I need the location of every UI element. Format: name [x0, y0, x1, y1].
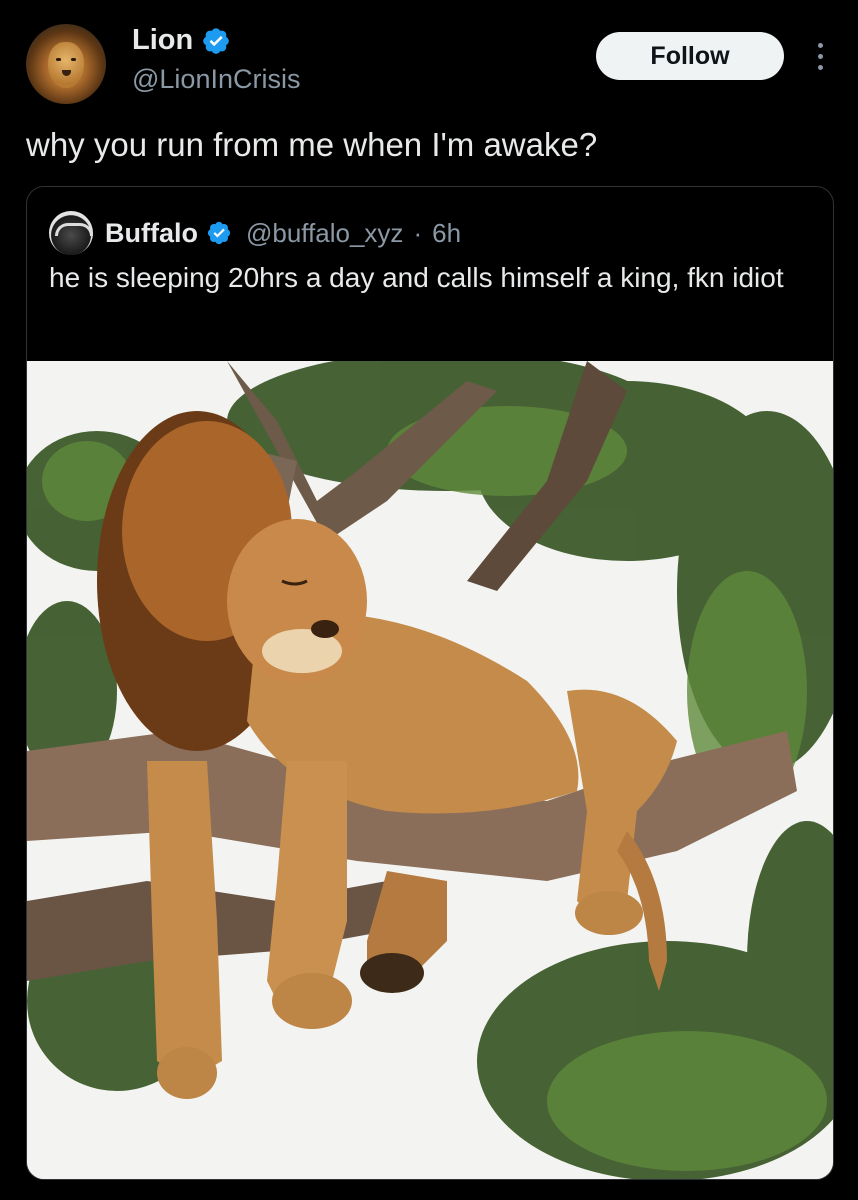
quoted-author-handle[interactable]: @buffalo_xyz [246, 218, 403, 249]
lion-face-shape [48, 42, 84, 88]
quoted-author-name[interactable]: Buffalo [105, 218, 198, 249]
tweet-header: Lion @LionInCrisis Follow [26, 22, 832, 112]
author-handle[interactable]: @LionInCrisis [132, 64, 300, 95]
avatar-eye [56, 58, 61, 61]
dot [817, 42, 823, 48]
more-vertical-icon[interactable] [808, 36, 832, 76]
quoted-tweet-header: Buffalo @buffalo_xyz · 6h [49, 211, 461, 255]
lion-sleeping-on-tree-branch-photo[interactable] [27, 361, 833, 1179]
follow-button[interactable]: Follow [596, 32, 784, 80]
author-name[interactable]: Lion [132, 24, 193, 57]
dot [817, 53, 823, 59]
verified-badge-icon [207, 221, 231, 245]
quoted-author-avatar[interactable] [49, 211, 93, 255]
time-separator: · [413, 217, 423, 248]
quoted-tweet-text: he is sleeping 20hrs a day and calls him… [49, 262, 784, 293]
quoted-timestamp[interactable]: 6h [432, 218, 461, 249]
avatar-eye [71, 58, 76, 61]
photo-illustration [27, 361, 833, 1179]
dot [817, 64, 823, 70]
author-avatar[interactable] [26, 24, 106, 104]
quoted-tweet[interactable]: Buffalo @buffalo_xyz · 6h he is sleeping… [26, 186, 834, 1180]
verified-badge-icon [203, 27, 230, 54]
tweet-text: why you run from me when I'm awake? [26, 126, 598, 163]
author-name-row: Lion [132, 24, 231, 57]
